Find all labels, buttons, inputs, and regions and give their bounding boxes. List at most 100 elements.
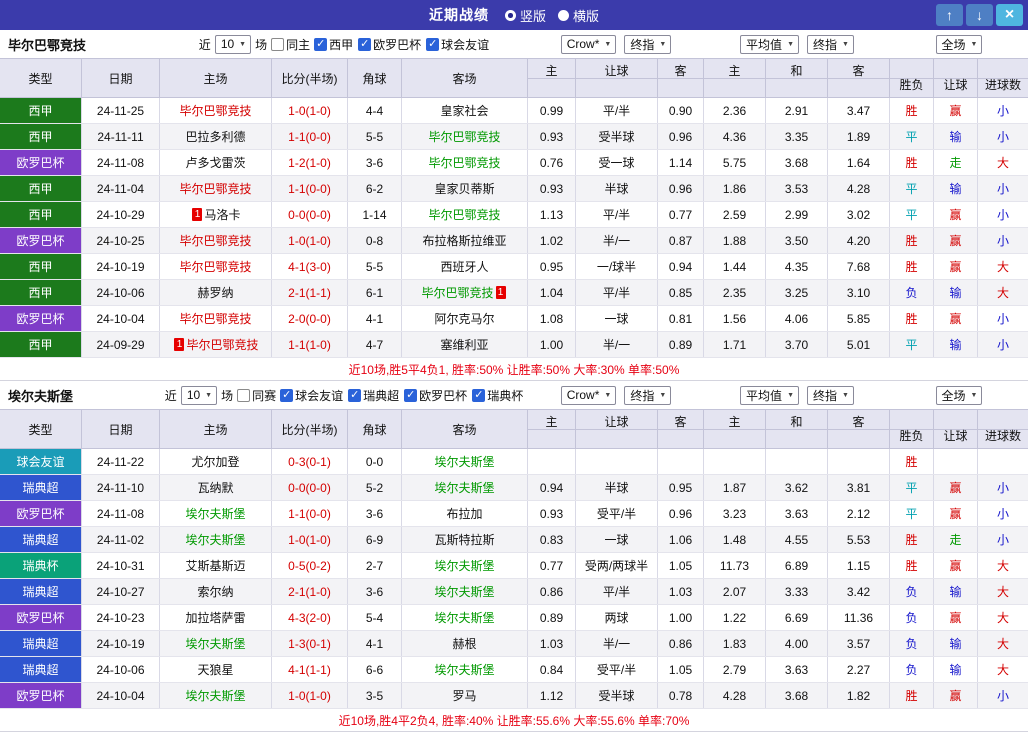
venue-filter-checkbox[interactable]: 同主 xyxy=(271,36,310,53)
away-team[interactable]: 埃尔夫斯堡 xyxy=(434,661,494,678)
league-filter-checkbox[interactable]: 球会友谊 xyxy=(280,387,343,404)
home-team[interactable]: 毕尔巴鄂竞技 xyxy=(179,310,251,327)
corner-score: 3-5 xyxy=(348,683,402,708)
move-up-button[interactable]: ↑ xyxy=(936,4,963,26)
away-team[interactable]: 西班牙人 xyxy=(440,258,488,275)
col-score: 比分(半场) xyxy=(272,59,348,97)
result-outcome: 胜 xyxy=(890,254,934,279)
scope-select[interactable]: 全场 ▼ xyxy=(935,34,983,54)
away-team[interactable]: 皇家社会 xyxy=(440,102,488,119)
average-odds-select[interactable]: 平均值 ▼ xyxy=(740,34,799,54)
league-filter-checkbox[interactable]: 瑞典超 xyxy=(348,387,399,404)
match-score[interactable]: 0-0(0-0) xyxy=(272,475,348,500)
home-team[interactable]: 毕尔巴鄂竞技 xyxy=(179,180,251,197)
away-team[interactable]: 埃尔夫斯堡 xyxy=(434,557,494,574)
match-score[interactable]: 4-3(2-0) xyxy=(272,605,348,630)
layout-radio-option[interactable]: 横版 xyxy=(558,6,599,25)
away-team[interactable]: 毕尔巴鄂竞技 xyxy=(428,206,500,223)
final-odds-select-2[interactable]: 终指 ▼ xyxy=(807,34,854,54)
league-filter-checkbox[interactable]: 欧罗巴杯 xyxy=(358,36,421,53)
home-team[interactable]: 毕尔巴鄂竞技 xyxy=(179,232,251,249)
checkbox-icon xyxy=(280,388,294,402)
home-team[interactable]: 赫罗纳 xyxy=(197,284,233,301)
match-score[interactable]: 2-1(1-0) xyxy=(272,579,348,604)
away-team[interactable]: 阿尔克马尔 xyxy=(434,310,494,327)
venue-filter-label: 同赛 xyxy=(252,388,277,403)
final-odds-select[interactable]: 终指 ▼ xyxy=(624,34,672,54)
home-team[interactable]: 卢多戈雷茨 xyxy=(185,154,245,171)
match-score[interactable]: 1-0(1-0) xyxy=(272,98,348,123)
average-odds-select[interactable]: 平均值 ▼ xyxy=(740,385,799,405)
venue-filter-checkbox[interactable]: 同赛 xyxy=(237,387,276,404)
away-team[interactable]: 罗马 xyxy=(452,687,476,704)
away-team[interactable]: 埃尔夫斯堡 xyxy=(434,453,494,470)
home-team[interactable]: 埃尔夫斯堡 xyxy=(185,687,245,704)
table-body: 西甲 24-11-25 毕尔巴鄂竞技 1-0(1-0) 4-4 皇家社会 0.99 平/半 0.… xyxy=(0,98,1028,358)
match-score[interactable]: 2-1(1-1) xyxy=(272,280,348,305)
home-team[interactable]: 索尔纳 xyxy=(197,583,233,600)
league-filter-label: 球会友谊 xyxy=(295,388,344,403)
away-team[interactable]: 赫根 xyxy=(452,635,476,652)
away-team[interactable]: 毕尔巴鄂竞技 xyxy=(421,284,493,301)
corner-score: 0-0 xyxy=(348,449,402,474)
match-score[interactable]: 1-0(1-0) xyxy=(272,527,348,552)
final-odds-select[interactable]: 终指 ▼ xyxy=(624,385,672,405)
home-team[interactable]: 埃尔夫斯堡 xyxy=(185,531,245,548)
move-down-button[interactable]: ↓ xyxy=(966,4,993,26)
away-team[interactable]: 塞维利亚 xyxy=(440,336,488,353)
away-team[interactable]: 毕尔巴鄂竞技 xyxy=(428,154,500,171)
match-score[interactable]: 4-1(1-1) xyxy=(272,657,348,682)
away-team[interactable]: 埃尔夫斯堡 xyxy=(434,583,494,600)
away-team[interactable]: 布拉格斯拉维亚 xyxy=(422,232,506,249)
away-team[interactable]: 布拉加 xyxy=(446,505,482,522)
match-score[interactable]: 1-3(0-1) xyxy=(272,631,348,656)
home-team[interactable]: 毕尔巴鄂竞技 xyxy=(179,258,251,275)
home-team[interactable]: 艾斯基斯迈 xyxy=(185,557,245,574)
home-team[interactable]: 瓦纳默 xyxy=(197,479,233,496)
corner-score: 3-6 xyxy=(348,150,402,175)
home-team[interactable]: 尤尔加登 xyxy=(191,453,239,470)
odds-away: 0.96 xyxy=(658,176,704,201)
match-score[interactable]: 1-1(0-0) xyxy=(272,124,348,149)
home-team[interactable]: 马洛卡 xyxy=(204,206,240,223)
match-score[interactable]: 1-1(0-0) xyxy=(272,501,348,526)
odds-source-select[interactable]: Crow* ▼ xyxy=(560,34,617,54)
away-team[interactable]: 埃尔夫斯堡 xyxy=(434,609,494,626)
matches-count-select[interactable]: 10 ▼ xyxy=(214,34,252,54)
matches-count-select[interactable]: 10 ▼ xyxy=(180,385,218,405)
match-score[interactable]: 1-1(0-0) xyxy=(272,176,348,201)
close-button[interactable]: × xyxy=(996,4,1023,26)
match-score[interactable]: 1-2(1-0) xyxy=(272,150,348,175)
match-score[interactable]: 0-0(0-0) xyxy=(272,202,348,227)
home-team[interactable]: 毕尔巴鄂竞技 xyxy=(186,336,258,353)
home-team[interactable]: 加拉塔萨雷 xyxy=(185,609,245,626)
match-score[interactable]: 0-3(0-1) xyxy=(272,449,348,474)
match-score[interactable]: 1-0(1-0) xyxy=(272,683,348,708)
home-team[interactable]: 毕尔巴鄂竞技 xyxy=(179,102,251,119)
home-team[interactable]: 天狼星 xyxy=(197,661,233,678)
match-score[interactable]: 1-1(1-0) xyxy=(272,332,348,357)
match-date: 24-11-10 xyxy=(82,475,160,500)
league-filter-checkbox[interactable]: 欧罗巴杯 xyxy=(404,387,467,404)
away-team[interactable]: 毕尔巴鄂竞技 xyxy=(428,128,500,145)
away-team[interactable]: 皇家贝蒂斯 xyxy=(434,180,494,197)
select-value: 全场 xyxy=(941,388,966,403)
odds-away: 0.94 xyxy=(658,254,704,279)
home-team[interactable]: 巴拉多利德 xyxy=(185,128,245,145)
home-team[interactable]: 埃尔夫斯堡 xyxy=(185,505,245,522)
final-odds-select-2[interactable]: 终指 ▼ xyxy=(807,385,854,405)
league-filter-checkbox[interactable]: 西甲 xyxy=(314,36,353,53)
scope-select[interactable]: 全场 ▼ xyxy=(935,385,983,405)
odds-home: 1.02 xyxy=(528,228,576,253)
league-filter-checkbox[interactable]: 瑞典杯 xyxy=(472,387,523,404)
layout-radio-selected[interactable]: 竖版 xyxy=(504,6,546,25)
match-score[interactable]: 1-0(1-0) xyxy=(272,228,348,253)
odds-source-select[interactable]: Crow* ▼ xyxy=(560,385,617,405)
home-team[interactable]: 埃尔夫斯堡 xyxy=(185,635,245,652)
match-score[interactable]: 0-5(0-2) xyxy=(272,553,348,578)
match-score[interactable]: 2-0(0-0) xyxy=(272,306,348,331)
away-team[interactable]: 瓦斯特拉斯 xyxy=(434,531,494,548)
league-filter-checkbox[interactable]: 球会友谊 xyxy=(426,36,489,53)
away-team[interactable]: 埃尔夫斯堡 xyxy=(434,479,494,496)
match-score[interactable]: 4-1(3-0) xyxy=(272,254,348,279)
